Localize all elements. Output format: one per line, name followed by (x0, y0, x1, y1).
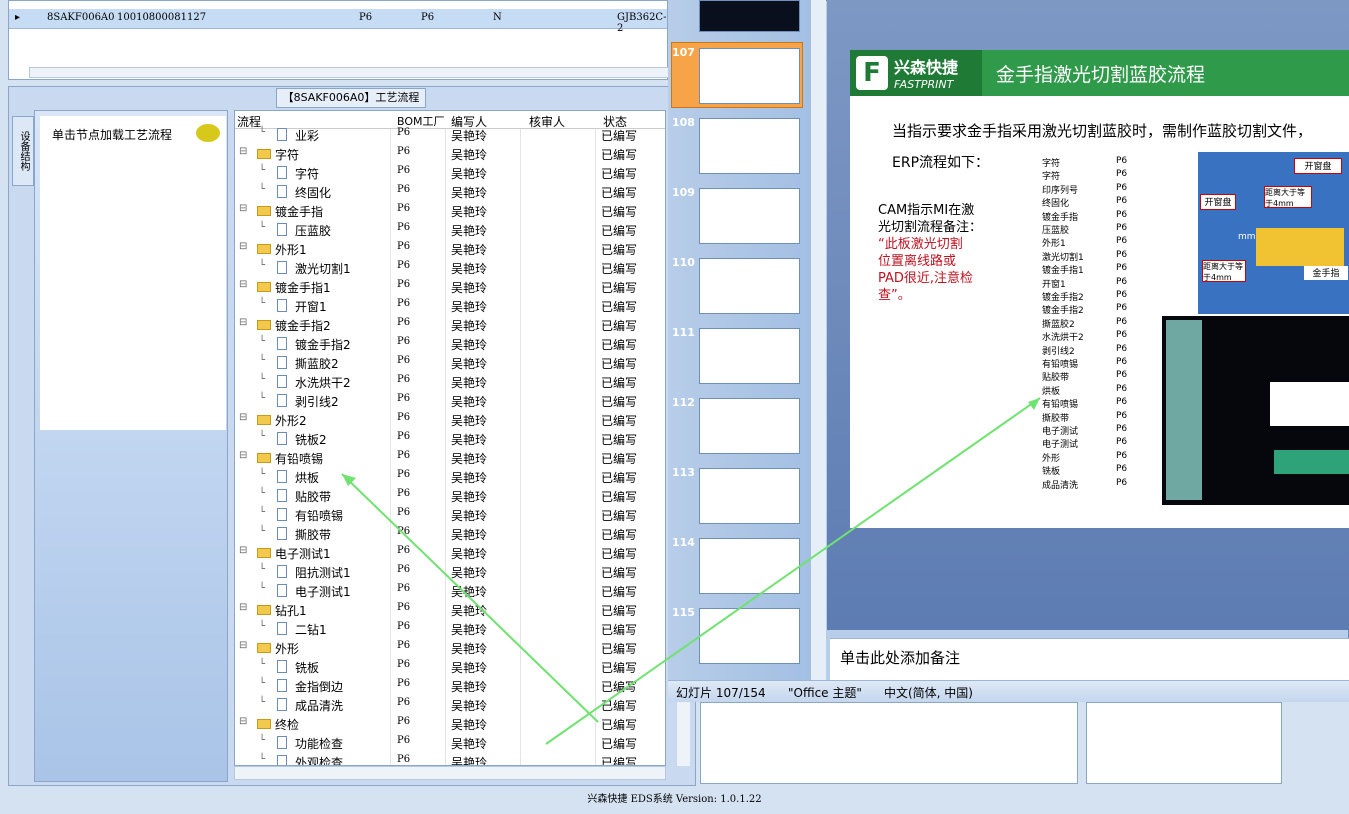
annotation-arrows (341, 397, 1041, 745)
app-footer-version: 兴森快捷 EDS系统 Version: 1.0.1.22 (0, 786, 1349, 806)
